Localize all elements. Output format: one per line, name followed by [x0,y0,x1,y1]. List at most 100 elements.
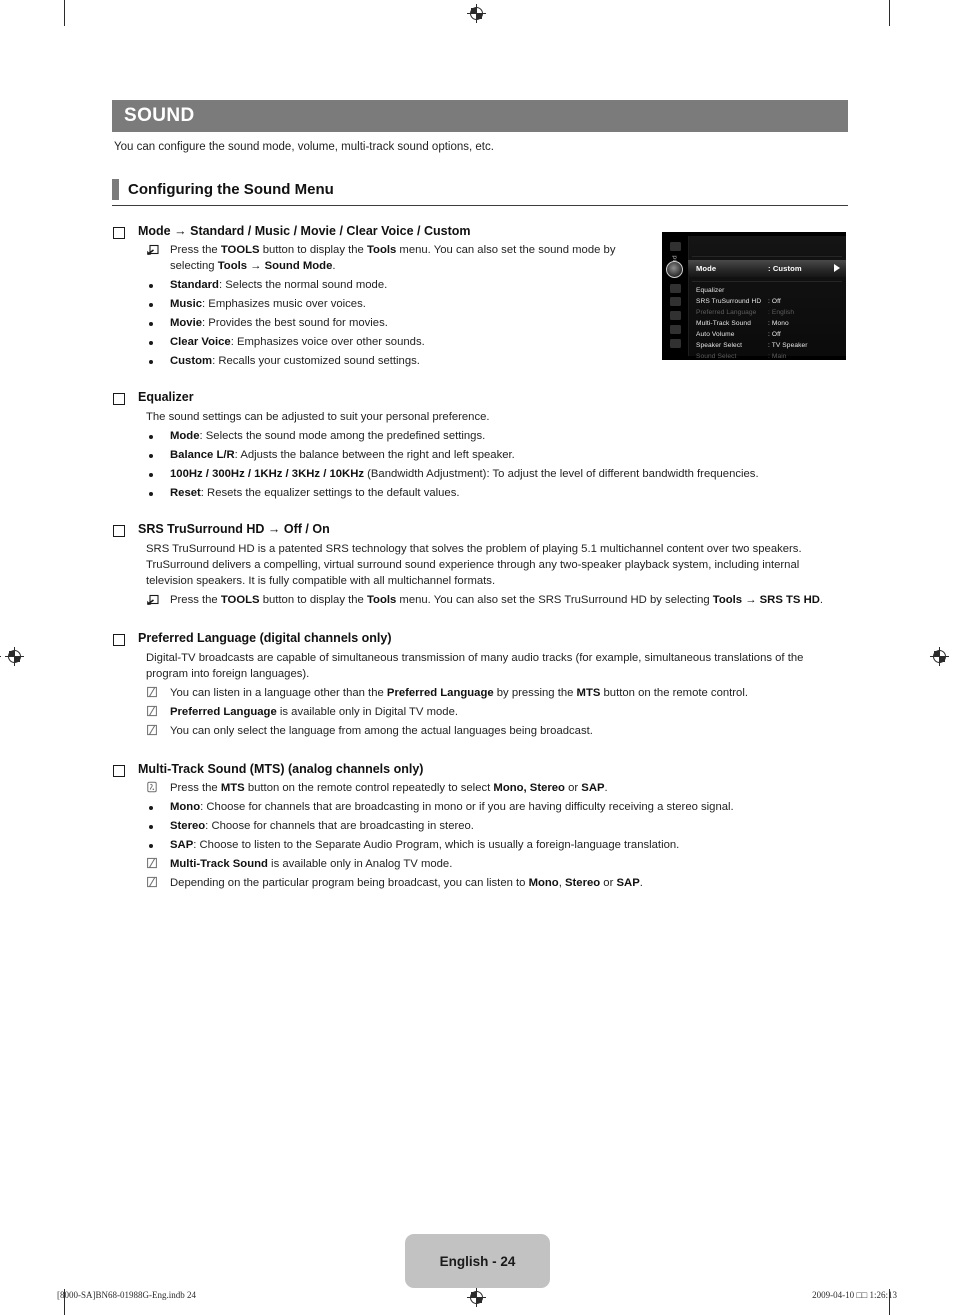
note-pencil-icon [146,704,170,717]
list-item: Reset: Resets the equalizer settings to … [146,485,848,501]
block-srs-body: SRS TruSurround HD is a patented SRS tec… [146,541,848,608]
arrow-glyph: → [174,224,191,238]
osd-row-multi-track-sound[interactable]: Multi-Track Sound : Mono [696,318,842,329]
block-mts-body: Press the MTS button on the remote contr… [146,780,848,891]
open-square-icon [113,227,125,239]
footer-file-reference: [8000-SA]BN68-01988G-Eng.indb 24 [57,1290,196,1300]
block-preferred-language-heading-row: Preferred Language (digital channels onl… [112,630,848,646]
block-mts-heading: Multi-Track Sound (MTS) (analog channels… [138,762,424,776]
osd-rail-icon-media [670,325,681,334]
block-mts-heading-row: Multi-Track Sound (MTS) (analog channels… [112,761,848,777]
block-equalizer-heading: Equalizer [138,390,194,404]
osd-category-rail: Sound [662,236,689,356]
list-item-text: SAP: Choose to listen to the Separate Au… [170,839,680,851]
list-item: Press the TOOLS button to display the To… [146,592,848,608]
osd-row-key: Auto Volume [696,331,735,338]
crop-mark-top-left [64,0,65,26]
osd-row-key: Sound Select [696,353,737,360]
osd-row-key: Equalizer [696,287,725,294]
list-item-text: Reset: Resets the equalizer settings to … [170,487,460,499]
list-item-text: Balance L/R: Adjusts the balance between… [170,449,515,461]
osd-row-srs-trusurround-hd[interactable]: SRS TruSurround HD : Off [696,296,842,307]
list-item: 100Hz / 300Hz / 1KHz / 3KHz / 10KHz (Ban… [146,466,848,482]
osd-rail-icon-channel [670,284,681,293]
osd-row-sound-select[interactable]: Sound Select : Main [696,351,842,360]
block-mode-heading-text: Mode [138,224,171,238]
osd-row-key: Speaker Select [696,342,743,349]
list-item-text: Mono: Choose for channels that are broad… [170,801,734,813]
registration-mark-top [467,4,486,23]
block-mode-heading: Mode → Standard / Music / Movie / Clear … [138,223,471,239]
filled-dot-icon [146,466,170,477]
osd-row-key: Mode [696,264,717,273]
crop-mark-left-mid [0,656,1,657]
list-item-text: Clear Voice: Emphasizes voice over other… [170,336,425,348]
note-pencil-icon [146,875,170,888]
filled-dot-icon [146,296,170,307]
list-item: Custom: Recalls your customized sound se… [146,353,646,369]
list-item-text: Press the TOOLS button to display the To… [170,594,824,606]
osd-rail-icon-picture [670,242,681,251]
block-preferred-language-intro: Digital-TV broadcasts are capable of sim… [146,652,804,680]
list-item-text: You can listen in a language other than … [170,687,748,699]
chapter-description: You can configure the sound mode, volume… [114,141,494,153]
list-item-text: Press the MTS button on the remote contr… [170,782,608,794]
section-heading: Configuring the Sound Menu [112,179,848,206]
open-square-icon [113,393,125,405]
page-content: SOUND You can configure the sound mode, … [112,100,848,891]
osd-row-preferred-language[interactable]: Preferred Language : English [696,307,842,318]
osd-rail-icon-input [670,311,681,320]
note-pencil-icon [146,856,170,869]
osd-sound-icon [666,261,683,278]
list-item-text: You can only select the language from am… [170,725,593,737]
list-item: Stereo: Choose for channels that are bro… [146,818,848,834]
list-item: You can only select the language from am… [146,723,848,739]
list-item: Standard: Selects the normal sound mode. [146,277,646,293]
filled-dot-icon [146,353,170,364]
list-item: Press the MTS button on the remote contr… [146,780,848,796]
block-equalizer-heading-row: Equalizer [112,389,848,405]
osd-row-key: Multi-Track Sound [696,320,751,327]
osd-row-auto-volume[interactable]: Auto Volume : Off [696,329,842,340]
block-srs-heading: SRS TruSurround HD → Off / On [138,521,330,537]
list-item: Depending on the particular program bein… [146,875,848,891]
osd-row-speaker-select[interactable]: Speaker Select : TV Speaker [696,340,842,351]
block-mode-body: Press the TOOLS button to display the To… [146,242,646,369]
list-item-text: Preferred Language is available only in … [170,706,458,718]
list-item-text: Standard: Selects the normal sound mode. [170,279,388,291]
block-preferred-language-body: Digital-TV broadcasts are capable of sim… [146,650,848,739]
osd-row-mode[interactable]: Mode : Custom [696,263,842,274]
list-item: Movie: Provides the best sound for movie… [146,315,646,331]
page-number-label: English - 24 [439,1253,516,1269]
list-item: Clear Voice: Emphasizes voice over other… [146,334,646,350]
filled-dot-icon [146,799,170,810]
list-item: Balance L/R: Adjusts the balance between… [146,447,848,463]
list-item-text: Depending on the particular program bein… [170,877,643,889]
list-item-text: Custom: Recalls your customized sound se… [170,355,420,367]
osd-row-value: : TV Speaker [768,342,808,349]
list-item: SAP: Choose to listen to the Separate Au… [146,837,848,853]
registration-mark-left [5,647,24,666]
registration-mark-right [930,647,949,666]
list-item-text: Music: Emphasizes music over voices. [170,298,366,310]
osd-divider [692,256,842,257]
osd-row-value: : Main [768,353,787,360]
block-equalizer-intro: The sound settings can be adjusted to su… [146,411,490,423]
block-preferred-language-heading: Preferred Language (digital channels onl… [138,631,392,645]
filled-dot-icon [146,485,170,496]
section-title: Configuring the Sound Menu [128,181,334,198]
block-srs-options: Off / On [283,522,330,536]
osd-row-key: Preferred Language [696,309,757,316]
filled-dot-icon [146,334,170,345]
list-item-text: 100Hz / 300Hz / 1KHz / 3KHz / 10KHz (Ban… [170,468,759,480]
chapter-title: SOUND [124,105,195,126]
crop-mark-top-right [889,0,890,26]
list-item: Mode: Selects the sound mode among the p… [146,428,848,444]
filled-dot-icon [146,447,170,458]
osd-panel: Sound Mode : Custom Equalizer [662,236,846,360]
filled-dot-icon [146,818,170,829]
page-number-badge: English - 24 [405,1234,550,1288]
osd-row-equalizer[interactable]: Equalizer [696,285,842,296]
filled-dot-icon [146,428,170,439]
block-multi-track-sound: Multi-Track Sound (MTS) (analog channels… [112,761,848,891]
